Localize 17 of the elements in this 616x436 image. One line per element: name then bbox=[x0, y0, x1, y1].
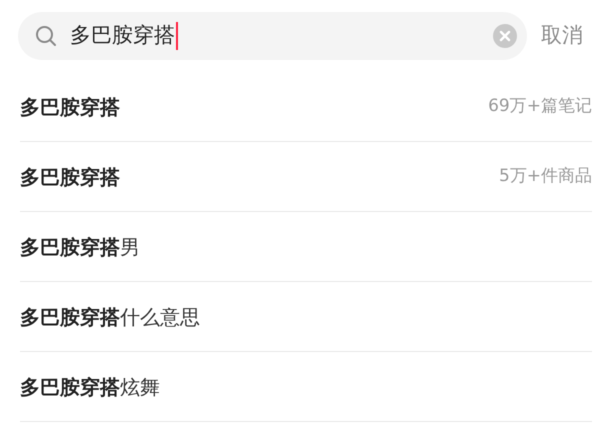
result-count: 5万+件商品 bbox=[498, 164, 592, 188]
suggestion-item[interactable]: 多巴胺穿搭 69万+篇笔记 bbox=[20, 72, 592, 142]
suggestion-item[interactable]: 多巴胺穿搭男 bbox=[20, 212, 592, 282]
suggestion-item[interactable]: 多巴胺穿搭炫舞 bbox=[20, 352, 592, 422]
suggestion-text: 多巴胺穿搭 bbox=[20, 94, 120, 120]
result-count: 69万+篇笔记 bbox=[488, 94, 592, 118]
suggestion-item[interactable]: 多巴胺穿搭 5万+件商品 bbox=[20, 142, 592, 212]
clear-icon[interactable] bbox=[493, 24, 517, 48]
suggestion-text: 多巴胺穿搭什么意思 bbox=[20, 304, 200, 330]
text-caret bbox=[176, 22, 178, 50]
suggestion-item[interactable]: 多巴胺穿搭什么意思 bbox=[20, 282, 592, 352]
search-text: 多巴胺穿搭 bbox=[70, 22, 175, 50]
search-icon bbox=[34, 24, 58, 48]
suggestion-text: 多巴胺穿搭 bbox=[20, 164, 120, 190]
suggestion-text: 多巴胺穿搭炫舞 bbox=[20, 374, 160, 400]
suggestion-text: 多巴胺穿搭男 bbox=[20, 234, 140, 260]
search-field[interactable]: 多巴胺穿搭 bbox=[18, 12, 527, 60]
